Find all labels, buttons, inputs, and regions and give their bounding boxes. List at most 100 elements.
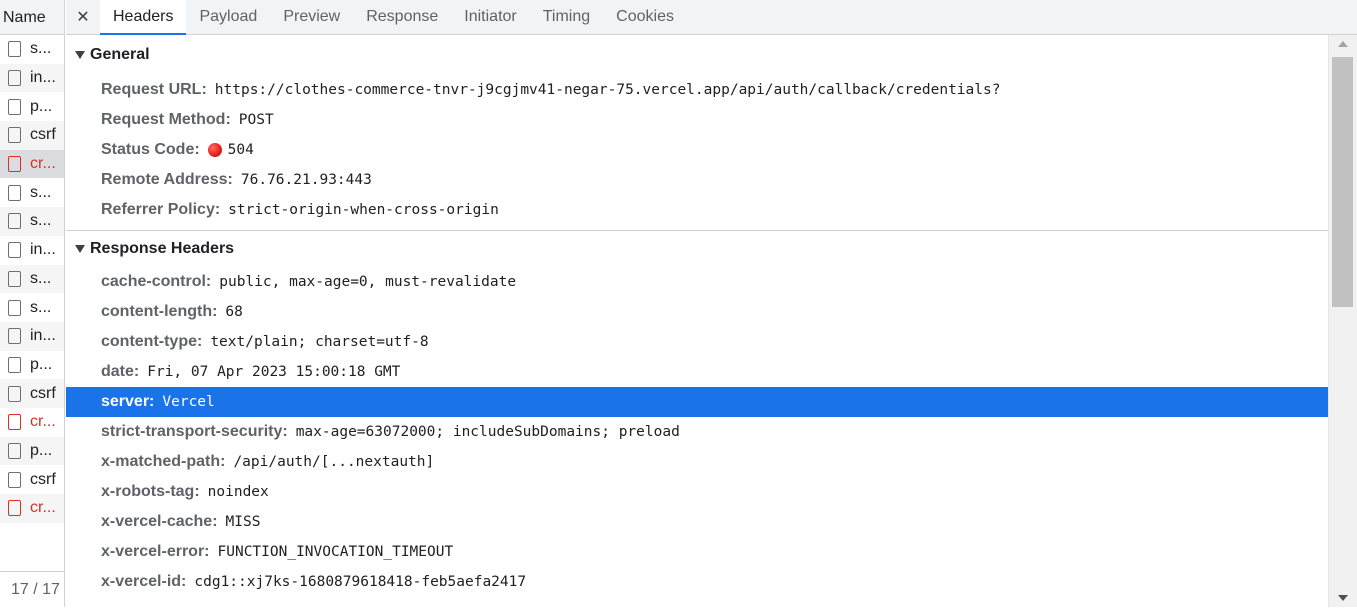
header-key: Referrer Policy: — [101, 201, 221, 218]
checkbox-icon[interactable] — [8, 471, 21, 488]
request-name: s... — [30, 212, 52, 230]
request-row-selected[interactable]: cr... — [0, 149, 64, 179]
checkbox-icon[interactable] — [8, 41, 21, 58]
request-row[interactable]: s... — [0, 264, 64, 294]
name-column-header[interactable]: Name — [0, 0, 64, 35]
request-row[interactable]: csrf — [0, 465, 64, 494]
header-key: x-matched-path: — [101, 453, 226, 470]
request-row[interactable]: csrf — [0, 379, 64, 408]
checkbox-icon[interactable] — [8, 299, 21, 316]
request-row[interactable]: cr... — [0, 408, 64, 437]
response-headers-section-toggle[interactable]: Response Headers — [66, 231, 1328, 267]
request-name: cr... — [30, 155, 56, 173]
header-value: https://clothes-commerce-tnvr-j9cgjmv41-… — [214, 82, 1001, 98]
request-row[interactable]: s... — [0, 293, 64, 322]
header-value: text/plain; charset=utf-8 — [210, 334, 429, 350]
header-value: public, max-age=0, must-revalidate — [219, 274, 517, 290]
header-value: noindex — [207, 484, 269, 500]
request-name: cr... — [30, 413, 56, 431]
general-section-title: General — [90, 46, 150, 63]
general-section-toggle[interactable]: General — [66, 35, 1328, 75]
checkbox-icon[interactable] — [8, 213, 21, 230]
request-list-panel: Name s... in... p... csrf cr... s... s..… — [0, 0, 65, 607]
request-row[interactable]: in... — [0, 236, 64, 265]
checkbox-icon[interactable] — [8, 442, 21, 459]
checkbox-icon[interactable] — [8, 70, 21, 87]
tab-headers[interactable]: Headers — [100, 0, 187, 35]
request-row[interactable]: in... — [0, 321, 64, 351]
response-header-row: x-matched-path: /api/auth/[...nextauth] — [66, 447, 1328, 477]
response-header-row: content-type: text/plain; charset=utf-8 — [66, 327, 1328, 357]
request-name: p... — [30, 97, 53, 115]
vertical-scrollbar[interactable] — [1328, 35, 1357, 607]
request-name: s... — [30, 298, 52, 316]
checkbox-icon[interactable] — [8, 385, 21, 402]
response-headers-section-title: Response Headers — [90, 240, 235, 257]
tab-initiator[interactable]: Initiator — [451, 0, 529, 34]
request-name: csrf — [30, 384, 56, 402]
request-name: s... — [30, 183, 52, 201]
request-row[interactable]: p... — [0, 436, 64, 466]
checkbox-icon[interactable] — [8, 156, 21, 173]
scrollbar-thumb[interactable] — [1332, 57, 1353, 307]
triangle-down-icon — [75, 245, 85, 253]
checkbox-icon[interactable] — [8, 242, 21, 259]
response-header-row: x-vercel-id: cdg1::xj7ks-1680879618418-f… — [66, 567, 1328, 597]
header-value: max-age=63072000; includeSubDomains; pre… — [295, 424, 680, 440]
header-key: Remote Address: — [101, 171, 233, 188]
response-headers-section: cache-control: public, max-age=0, must-r… — [66, 267, 1328, 597]
request-name: csrf — [30, 470, 56, 488]
request-name: p... — [30, 355, 53, 373]
scroll-down-arrow-icon[interactable] — [1338, 595, 1348, 601]
request-row[interactable]: csrf — [0, 121, 64, 150]
header-key: date: — [101, 363, 140, 380]
request-row[interactable]: p... — [0, 92, 64, 121]
checkbox-icon[interactable] — [8, 500, 21, 517]
header-key: x-vercel-error: — [101, 543, 210, 560]
tab-response[interactable]: Response — [353, 0, 451, 34]
header-value: 504 — [227, 142, 254, 158]
scroll-up-arrow-icon[interactable] — [1338, 41, 1348, 47]
checkbox-icon[interactable] — [8, 356, 21, 373]
checkbox-icon[interactable] — [8, 127, 21, 144]
checkbox-icon[interactable] — [8, 270, 21, 287]
header-value: MISS — [225, 514, 261, 530]
header-key: content-length: — [101, 303, 218, 320]
tab-payload[interactable]: Payload — [186, 0, 270, 34]
request-name: in... — [30, 69, 56, 87]
header-key: cache-control: — [101, 273, 212, 290]
checkbox-icon[interactable] — [8, 328, 21, 345]
checkbox-icon[interactable] — [8, 98, 21, 115]
request-row[interactable]: in... — [0, 63, 64, 93]
tab-timing[interactable]: Timing — [530, 0, 603, 34]
response-header-row: cache-control: public, max-age=0, must-r… — [66, 267, 1328, 297]
header-value: FUNCTION_INVOCATION_TIMEOUT — [217, 544, 454, 560]
tab-preview[interactable]: Preview — [270, 0, 353, 34]
details-tab-bar: ✕ Headers Payload Preview Response Initi… — [66, 0, 1357, 35]
close-icon[interactable]: ✕ — [66, 0, 100, 34]
response-header-row: date: Fri, 07 Apr 2023 15:00:18 GMT — [66, 357, 1328, 387]
header-value: POST — [238, 112, 274, 128]
response-header-row: content-length: 68 — [66, 297, 1328, 327]
request-row[interactable]: s... — [0, 178, 64, 207]
response-header-row-selected[interactable]: server: Vercel — [66, 387, 1328, 417]
referrer-policy-row: Referrer Policy: strict-origin-when-cros… — [66, 195, 1328, 225]
response-header-row: strict-transport-security: max-age=63072… — [66, 417, 1328, 447]
header-key: server: — [101, 393, 155, 410]
request-row[interactable]: s... — [0, 35, 64, 64]
header-value: Vercel — [162, 394, 215, 410]
header-value: 68 — [225, 304, 243, 320]
tab-cookies[interactable]: Cookies — [603, 0, 687, 34]
header-value: strict-origin-when-cross-origin — [228, 202, 499, 218]
request-name: s... — [30, 269, 52, 287]
status-error-icon — [207, 143, 222, 157]
header-key: Status Code: — [101, 141, 200, 158]
status-code-row: Status Code: 504 — [66, 135, 1328, 165]
checkbox-icon[interactable] — [8, 414, 21, 431]
request-row[interactable]: s... — [0, 207, 64, 236]
request-row[interactable]: cr... — [0, 494, 64, 523]
request-name: in... — [30, 241, 56, 259]
request-row[interactable]: p... — [0, 351, 64, 380]
header-key: x-vercel-id: — [101, 573, 187, 590]
checkbox-icon[interactable] — [8, 184, 21, 201]
